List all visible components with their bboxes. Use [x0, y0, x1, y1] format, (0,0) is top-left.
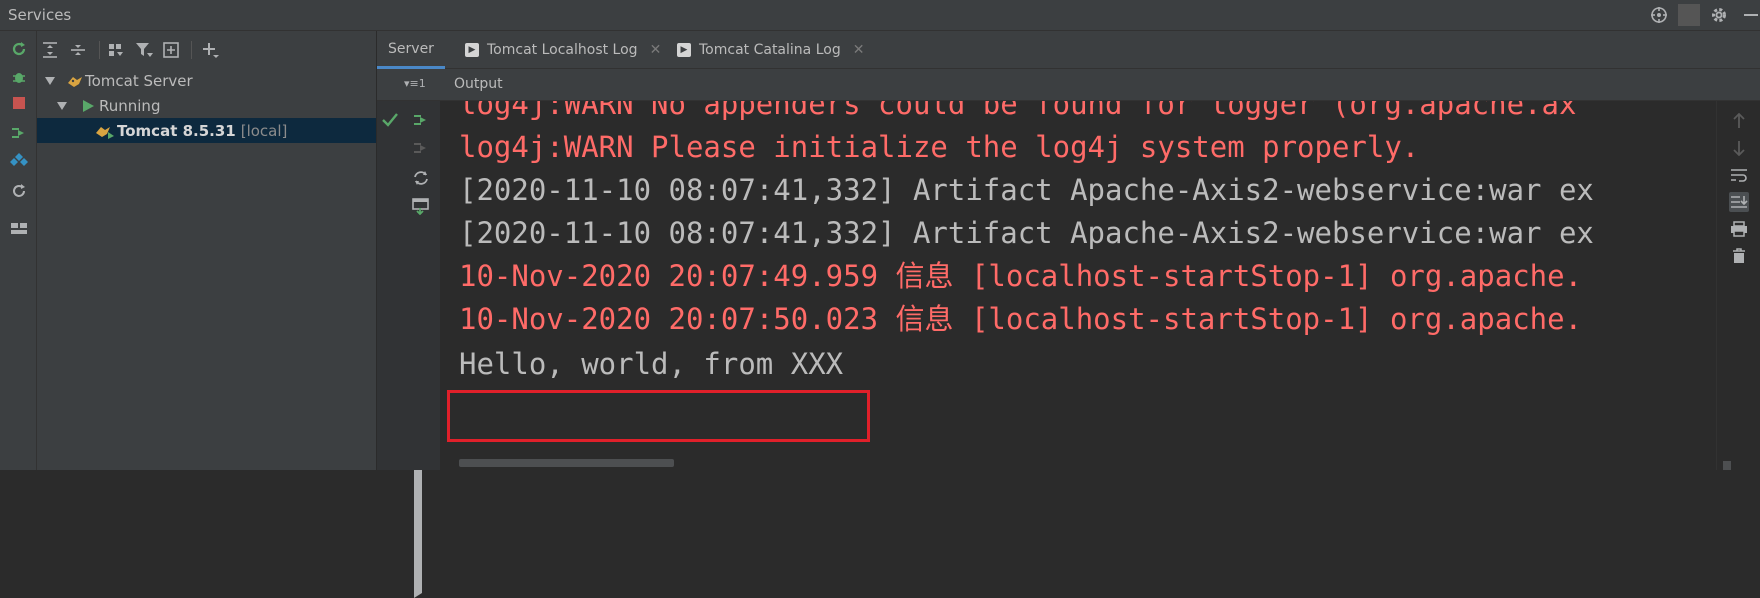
title-actions [1640, 4, 1760, 26]
print-icon[interactable] [1729, 219, 1749, 239]
vertical-scrollbar[interactable] [1723, 461, 1731, 470]
console-icon: ▶ [677, 43, 691, 57]
run-icon [81, 97, 99, 115]
refresh-icon[interactable] [9, 181, 29, 201]
tree-node-running[interactable]: Running [37, 93, 376, 118]
filter-icon[interactable] [133, 39, 155, 61]
collapse-all-icon[interactable] [67, 39, 89, 61]
console-side-toolbar [1716, 101, 1760, 470]
tree-node-tomcat-server[interactable]: Tomcat Server [37, 68, 376, 93]
debug-icon[interactable] [9, 67, 29, 87]
group-icon[interactable] [9, 151, 29, 171]
tab-server[interactable]: Server [377, 31, 445, 69]
group-by-icon[interactable] [105, 39, 127, 61]
rerun-icon[interactable] [9, 39, 29, 59]
console-line: [2020-11-10 08:07:41,332] Artifact Apach… [459, 173, 1594, 207]
console-line: log4j:WARN Please initialize the log4j s… [459, 130, 1420, 164]
minimize-icon[interactable] [1738, 4, 1760, 26]
tomcat-icon [67, 72, 85, 90]
output-selector[interactable]: ▾≡1 [404, 77, 426, 90]
tab-tomcat-catalina-log[interactable]: ▶ Tomcat Catalina Log ✕ [677, 31, 864, 69]
expand-caret-icon[interactable] [45, 76, 55, 85]
undeploy-icon[interactable] [411, 138, 431, 158]
scroll-to-end-icon[interactable] [1729, 192, 1749, 212]
check-icon [382, 113, 398, 127]
arrow-up-icon[interactable] [1729, 111, 1749, 131]
services-titlebar: Services [0, 0, 1760, 31]
toolbar-separator [99, 41, 100, 59]
title-separator [1678, 4, 1700, 26]
tab-tomcat-localhost-log[interactable]: ▶ Tomcat Localhost Log ✕ [465, 31, 661, 69]
console-icon: ▶ [465, 43, 479, 57]
service-details-panel: Server ▶ Tomcat Localhost Log ✕ ▶ Tomcat… [377, 31, 1760, 470]
console-line: 10-Nov-2020 20:07:50.023 信息 [localhost-s… [459, 302, 1583, 336]
layout-icon[interactable] [9, 218, 29, 238]
close-icon[interactable]: ✕ [853, 42, 865, 58]
services-action-strip [0, 31, 37, 470]
soft-wrap-icon[interactable] [1729, 165, 1749, 185]
new-tab-icon[interactable] [161, 39, 183, 61]
output-header: ▾≡1 Output [377, 69, 1760, 101]
console-actions-strip [402, 101, 441, 470]
tab-label: Tomcat Catalina Log [699, 42, 841, 58]
target-icon[interactable] [1648, 4, 1670, 26]
tree-node-label: Running [99, 96, 161, 115]
gear-icon[interactable] [1708, 4, 1730, 26]
tree-node-suffix: [local] [240, 121, 288, 140]
arrow-down-icon[interactable] [1729, 138, 1749, 158]
expand-caret-icon[interactable] [57, 101, 67, 110]
expand-all-icon[interactable] [39, 39, 61, 61]
deploy-icon[interactable] [9, 123, 29, 143]
console-line: log4j:WARN No appenders could be found f… [459, 101, 1577, 121]
tab-bar: Server ▶ Tomcat Localhost Log ✕ ▶ Tomcat… [377, 31, 1760, 69]
tree-toolbar [37, 31, 377, 67]
window-title: Services [8, 6, 72, 24]
tab-label: Server [388, 40, 434, 57]
console-line-highlighted: Hello, world, from XXX [459, 347, 844, 381]
stop-icon[interactable] [9, 93, 29, 113]
deploy-icon[interactable] [411, 110, 431, 130]
console-output[interactable]: log4j:WARN No appenders could be found f… [441, 101, 1716, 470]
tree-node-label: Tomcat Server [85, 71, 193, 90]
trash-icon[interactable] [1729, 246, 1749, 266]
close-icon[interactable]: ✕ [650, 42, 662, 58]
console-line: 10-Nov-2020 20:07:49.959 信息 [localhost-s… [459, 259, 1583, 293]
horizontal-scrollbar[interactable] [459, 459, 674, 467]
status-gutter [377, 101, 402, 470]
tree-node-label: Tomcat 8.5.31 [117, 121, 236, 140]
update-icon[interactable] [411, 168, 431, 188]
highlight-box [447, 390, 870, 442]
tomcat-icon [95, 122, 117, 140]
console-line: [2020-11-10 08:07:41,332] Artifact Apach… [459, 216, 1594, 250]
tree-node-tomcat-instance[interactable]: Tomcat 8.5.31 [local] [37, 118, 1760, 598]
services-tree-panel: Tomcat Server Running Tomcat 8.5.31 [loc… [37, 31, 1760, 598]
output-label: Output [454, 76, 503, 92]
tab-label: Tomcat Localhost Log [487, 42, 638, 58]
open-browser-icon[interactable] [411, 196, 431, 216]
toolbar-separator [191, 41, 192, 59]
add-service-icon[interactable] [199, 39, 221, 61]
